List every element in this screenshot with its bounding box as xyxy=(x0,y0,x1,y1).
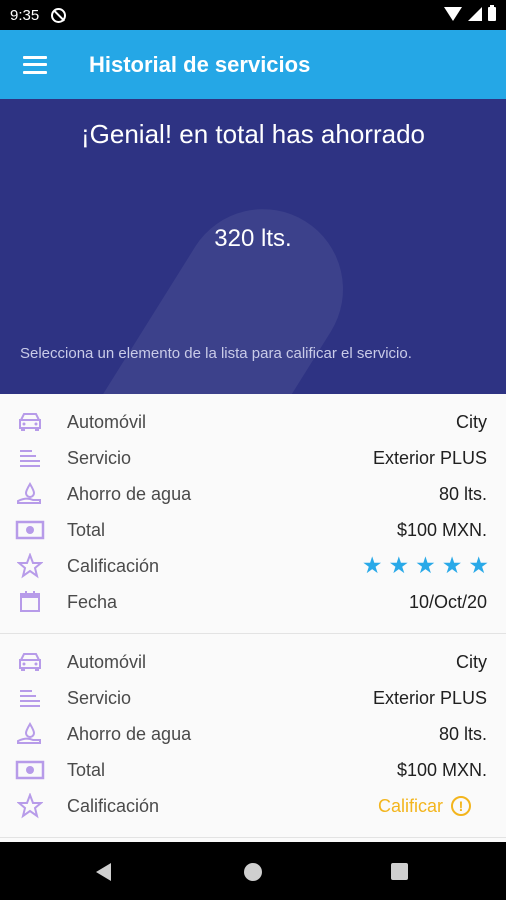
service-value: Exterior PLUS xyxy=(372,687,487,708)
car-icon xyxy=(15,649,45,675)
star-filled-icon: ★ xyxy=(361,552,383,579)
total-label: Total xyxy=(67,759,106,780)
service-card[interactable]: Automóvil City Servicio Exterior PLUS Ah… xyxy=(0,394,506,634)
water-label: Ahorro de agua xyxy=(67,723,192,744)
banknote-icon xyxy=(15,517,45,543)
star-outline-icon xyxy=(15,553,45,579)
status-bar: 9:35 xyxy=(0,0,506,30)
data-saver-icon xyxy=(51,7,67,23)
star-filled-icon: ★ xyxy=(468,552,489,579)
date-label: Fecha xyxy=(67,591,118,612)
service-label: Servicio xyxy=(67,687,132,708)
calendar-icon xyxy=(15,589,45,615)
home-icon[interactable] xyxy=(244,863,262,881)
car-label: Automóvil xyxy=(67,651,147,672)
water-value: 80 lts. xyxy=(438,723,487,744)
water-value: 80 lts. xyxy=(438,483,487,504)
total-label: Total xyxy=(67,519,106,540)
car-label: Automóvil xyxy=(67,411,147,432)
service-row: Servicio Exterior PLUS xyxy=(0,440,506,476)
car-value: City xyxy=(456,651,487,672)
car-row: Automóvil City xyxy=(0,644,506,680)
service-label: Servicio xyxy=(67,447,132,468)
total-savings-amount: 320 lts. xyxy=(214,225,292,252)
date-value: 10/Oct/20 xyxy=(408,591,487,612)
total-row: Total $100 MXN. xyxy=(0,512,506,548)
rating-row: Calificación ★ ★ ★ ★ ★ xyxy=(0,548,506,584)
total-row: Total $100 MXN. xyxy=(0,752,506,788)
star-filled-icon: ★ xyxy=(415,552,436,579)
hamburger-menu-icon[interactable] xyxy=(23,55,47,74)
status-time: 9:35 xyxy=(10,6,40,24)
service-card[interactable]: Automóvil City Servicio Exterior PLUS Ah… xyxy=(0,634,506,838)
page-title: Historial de servicios xyxy=(89,51,311,77)
rating-stars: ★ ★ ★ ★ ★ xyxy=(361,552,489,579)
service-value: Exterior PLUS xyxy=(372,447,487,468)
star-outline-icon xyxy=(15,793,45,819)
banknote-icon xyxy=(15,757,45,783)
app-bar: Historial de servicios xyxy=(0,30,506,99)
total-value: $100 MXN. xyxy=(396,759,487,780)
car-row: Automóvil City xyxy=(0,404,506,440)
water-drop-hand-icon xyxy=(15,721,45,747)
rate-button-label: Calificar xyxy=(377,795,443,816)
service-row: Servicio Exterior PLUS xyxy=(0,680,506,716)
exclamation-circle-icon: ! xyxy=(451,796,471,816)
summary-heading: ¡Genial! en total has ahorrado xyxy=(81,119,425,149)
list-lines-icon xyxy=(15,445,45,471)
rating-label: Calificación xyxy=(67,795,160,816)
car-icon xyxy=(15,409,45,435)
total-value: $100 MXN. xyxy=(396,519,487,540)
recents-icon[interactable] xyxy=(391,863,408,880)
list-lines-icon xyxy=(15,685,45,711)
car-value: City xyxy=(456,411,487,432)
water-row: Ahorro de agua 80 lts. xyxy=(0,476,506,512)
rating-row: Calificación Calificar ! xyxy=(0,788,506,824)
wifi-icon xyxy=(444,7,462,21)
signal-icon xyxy=(468,7,482,21)
star-filled-icon: ★ xyxy=(441,552,463,579)
rate-service-button[interactable]: Calificar ! xyxy=(378,796,471,817)
star-filled-icon: ★ xyxy=(388,552,410,579)
water-drop-hand-icon xyxy=(15,481,45,507)
system-nav-bar xyxy=(0,842,506,900)
water-row: Ahorro de agua 80 lts. xyxy=(0,716,506,752)
service-history-list: Automóvil City Servicio Exterior PLUS Ah… xyxy=(0,394,506,842)
status-icons xyxy=(444,5,496,21)
water-label: Ahorro de agua xyxy=(67,483,192,504)
savings-summary: ¡Genial! en total has ahorrado 320 lts. … xyxy=(0,99,506,394)
date-row: Fecha 10/Oct/20 xyxy=(0,584,506,620)
rating-label: Calificación xyxy=(67,555,160,576)
back-icon[interactable] xyxy=(96,863,111,881)
rating-hint: Selecciona un elemento de la lista para … xyxy=(20,345,412,362)
battery-icon xyxy=(488,5,496,21)
